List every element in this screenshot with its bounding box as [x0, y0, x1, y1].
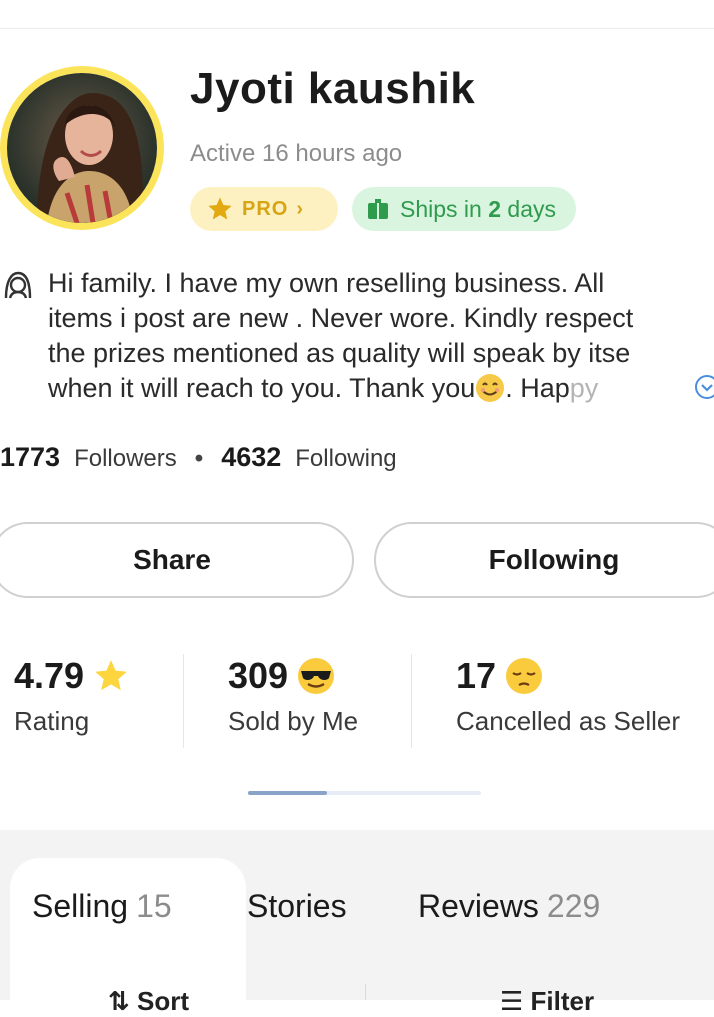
pro-badge[interactable]: PRO ›: [190, 187, 338, 231]
sort-icon: ⇅: [108, 986, 130, 1016]
followers-label[interactable]: Followers: [74, 445, 177, 473]
smiling-emoji-icon: [476, 374, 505, 402]
ships-badge: Ships in 2 days: [352, 187, 576, 231]
sort-label: Sort: [137, 986, 190, 1016]
share-button[interactable]: Share: [0, 522, 354, 598]
active-status: Active 16 hours ago: [190, 140, 403, 167]
cancelled-value: 17: [456, 655, 497, 696]
bio-line: when it will reach to you. Thank you: [48, 373, 476, 403]
star-icon: [208, 197, 232, 220]
tab-label: Reviews: [418, 888, 539, 924]
rating-value: 4.79: [14, 655, 85, 696]
tab-selling[interactable]: Selling 15: [32, 888, 172, 925]
bio-faded-text: py: [569, 373, 599, 403]
ships-suffix: days: [501, 195, 556, 222]
ships-text: Ships in 2 days: [400, 196, 556, 223]
rating-label: Rating: [14, 706, 90, 736]
bio-line: the prizes mentioned as quality will spe…: [48, 338, 631, 368]
stat-divider: [411, 654, 412, 748]
stat-sold[interactable]: 309 Sold by Me: [228, 652, 358, 737]
sold-value: 309: [228, 655, 289, 696]
bio-text: Hi family. I have my own reselling busin…: [48, 266, 714, 406]
tab-reviews[interactable]: Reviews 229: [418, 888, 600, 925]
bio-line-last: when it will reach to you. Thank you . H…: [48, 371, 714, 406]
sold-label: Sold by Me: [228, 706, 359, 736]
cancelled-label: Cancelled as Seller: [456, 706, 681, 736]
stat-divider: [183, 654, 184, 748]
stat-cancelled[interactable]: 17 Cancelled as Seller: [456, 652, 680, 737]
separator-dot: •: [194, 445, 204, 472]
bio-line: Hi family. I have my own reselling busin…: [48, 268, 605, 298]
ships-days-value: 2: [488, 195, 502, 222]
sort-button[interactable]: ⇅ Sort: [108, 986, 189, 1017]
follow-counts: 1773 Followers • 4632 Following: [0, 442, 397, 473]
stat-rating[interactable]: 4.79 Rating: [14, 652, 130, 737]
package-icon: [368, 199, 388, 219]
star-icon: [95, 660, 127, 691]
toolbar-divider: [365, 984, 366, 1000]
tab-stories[interactable]: Stories: [247, 888, 347, 925]
following-button[interactable]: Following: [374, 522, 714, 598]
filter-icon: ☰: [500, 986, 524, 1016]
active-tab-background: [10, 858, 246, 1000]
bio-line-tail: . Hap: [505, 373, 570, 403]
ships-prefix: Ships in: [400, 195, 489, 222]
avatar[interactable]: [0, 66, 164, 230]
filter-label: Filter: [530, 986, 595, 1016]
carousel-indicator-fill: [248, 791, 327, 795]
expand-chevron-icon[interactable]: [694, 374, 714, 400]
top-divider: [0, 28, 714, 29]
following-label[interactable]: Following: [295, 445, 396, 473]
followers-count[interactable]: 1773: [0, 442, 60, 473]
person-icon: [4, 271, 32, 299]
tab-label: Stories: [247, 888, 347, 924]
profile-name: Jyoti kaushik: [190, 64, 476, 113]
filter-button[interactable]: ☰ Filter: [500, 986, 594, 1017]
sunglasses-emoji-icon: [298, 658, 335, 694]
tab-count: 15: [136, 888, 172, 924]
chevron-right-icon: ›: [296, 197, 304, 220]
tab-label: Selling: [32, 888, 129, 924]
following-count[interactable]: 4632: [221, 442, 281, 473]
avatar-photo: [7, 73, 157, 223]
pensive-emoji-icon: [506, 658, 543, 694]
pro-label: PRO: [242, 197, 289, 220]
bio-line: items i post are new . Never wore. Kindl…: [48, 303, 634, 333]
tab-count: 229: [546, 888, 601, 924]
